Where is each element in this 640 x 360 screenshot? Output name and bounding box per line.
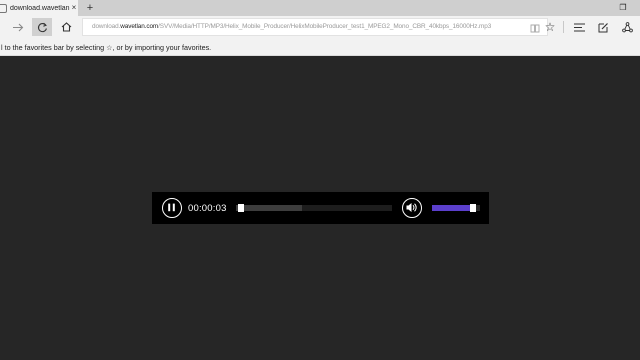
volume-thumb[interactable] — [469, 204, 476, 212]
url-path: /SVV/Media/HTTP/MP3/Helix_Mobile_Produce… — [158, 23, 492, 30]
home-icon — [61, 22, 71, 32]
favorites-bar-message: l to the favorites bar by selecting ☆, o… — [1, 43, 212, 52]
page-favicon-icon — [0, 3, 7, 13]
reading-view-button[interactable] — [529, 22, 541, 34]
seek-thumb[interactable] — [237, 204, 244, 212]
volume-button[interactable] — [402, 198, 422, 218]
share-button[interactable] — [620, 21, 634, 33]
home-button[interactable] — [56, 18, 76, 36]
audio-player: 00:00:03 — [152, 192, 489, 224]
refresh-icon — [37, 22, 47, 32]
seek-buffered-range — [236, 205, 302, 211]
tab-title: download.wavetlan.c — [10, 4, 70, 12]
volume-level-fill — [432, 205, 476, 211]
pause-icon — [168, 203, 175, 212]
favorites-bar: l to the favorites bar by selecting ☆, o… — [0, 38, 640, 56]
url-host: wavetlan.com — [120, 23, 159, 30]
favorite-star-button[interactable]: ☆ — [543, 20, 557, 34]
hub-lines-icon — [573, 23, 585, 31]
url-prefix: download. — [92, 23, 121, 30]
browser-tab[interactable]: download.wavetlan.c × — [0, 0, 78, 16]
new-tab-button[interactable]: + — [83, 1, 97, 15]
forward-arrow-icon — [12, 23, 23, 31]
speaker-icon — [406, 203, 417, 212]
pause-button[interactable] — [162, 198, 182, 218]
book-icon — [530, 24, 540, 32]
volume-slider[interactable] — [432, 204, 480, 212]
seek-bar[interactable] — [236, 204, 392, 212]
web-note-button[interactable] — [596, 21, 610, 33]
share-icon — [621, 21, 633, 32]
web-note-icon — [598, 22, 608, 32]
url-text: download.wavetlan.com/SVV/Media/HTTP/MP3… — [92, 23, 491, 30]
star-icon: ☆ — [544, 20, 556, 34]
tab-strip: download.wavetlan.c × + ❐ — [0, 0, 640, 16]
close-tab-icon[interactable]: × — [70, 3, 78, 13]
hub-button[interactable] — [572, 21, 586, 33]
navigation-bar: download.wavetlan.com/SVV/Media/HTTP/MP3… — [0, 16, 640, 38]
address-bar[interactable]: download.wavetlan.com/SVV/Media/HTTP/MP3… — [82, 18, 548, 36]
restore-window-button[interactable]: ❐ — [616, 0, 630, 16]
refresh-button[interactable] — [32, 18, 52, 36]
forward-button[interactable] — [8, 18, 28, 36]
toolbar-divider — [563, 21, 564, 33]
elapsed-time: 00:00:03 — [188, 203, 227, 214]
